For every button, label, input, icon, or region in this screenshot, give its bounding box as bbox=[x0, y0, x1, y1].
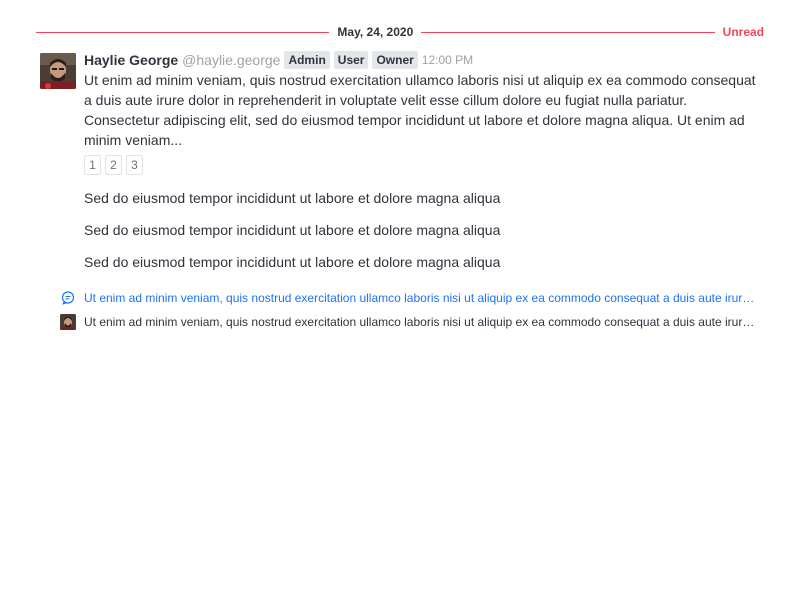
author-name[interactable]: Haylie George bbox=[84, 52, 178, 68]
message-line-1: Sed do eiusmod tempor incididunt ut labo… bbox=[84, 190, 501, 206]
thread-reply-preview-text: Ut enim ad minim veniam, quis nostrud ex… bbox=[84, 315, 760, 329]
avatar[interactable] bbox=[40, 53, 76, 89]
message-time[interactable]: 12:00 PM bbox=[422, 53, 473, 67]
tab-3[interactable]: 3 bbox=[126, 155, 143, 175]
thread-reply-text[interactable]: Ut enim ad minim veniam, quis nostrud ex… bbox=[84, 291, 760, 305]
thread-reply-preview[interactable]: Ut enim ad minim veniam, quis nostrud ex… bbox=[60, 314, 760, 330]
message-content: Haylie George @haylie.george Admin User … bbox=[84, 51, 760, 175]
unread-label: Unread bbox=[722, 25, 764, 39]
message-line-2: Sed do eiusmod tempor incididunt ut labo… bbox=[84, 222, 501, 238]
author-username[interactable]: @haylie.george bbox=[182, 52, 280, 68]
thread-reply-link[interactable]: Ut enim ad minim veniam, quis nostrud ex… bbox=[60, 290, 760, 306]
message-line-3: Sed do eiusmod tempor incididunt ut labo… bbox=[84, 254, 501, 270]
tab-1[interactable]: 1 bbox=[84, 155, 101, 175]
divider-date: May, 24, 2020 bbox=[337, 25, 414, 39]
message-body: Ut enim ad minim veniam, quis nostrud ex… bbox=[84, 72, 756, 148]
discussion-icon bbox=[60, 290, 76, 306]
avatar-image bbox=[40, 53, 76, 89]
role-badge-owner: Owner bbox=[372, 51, 418, 69]
message-header: Haylie George @haylie.george Admin User … bbox=[84, 51, 760, 69]
unread-divider: May, 24, 2020 Unread bbox=[36, 24, 764, 40]
page-tabs: 1 2 3 bbox=[84, 155, 760, 175]
divider-line-right bbox=[421, 31, 715, 33]
role-badge-user: User bbox=[333, 51, 369, 69]
reply-avatar[interactable] bbox=[60, 314, 76, 330]
divider-line-left bbox=[36, 31, 330, 33]
role-badge-admin: Admin bbox=[284, 51, 330, 69]
tab-2[interactable]: 2 bbox=[105, 155, 122, 175]
